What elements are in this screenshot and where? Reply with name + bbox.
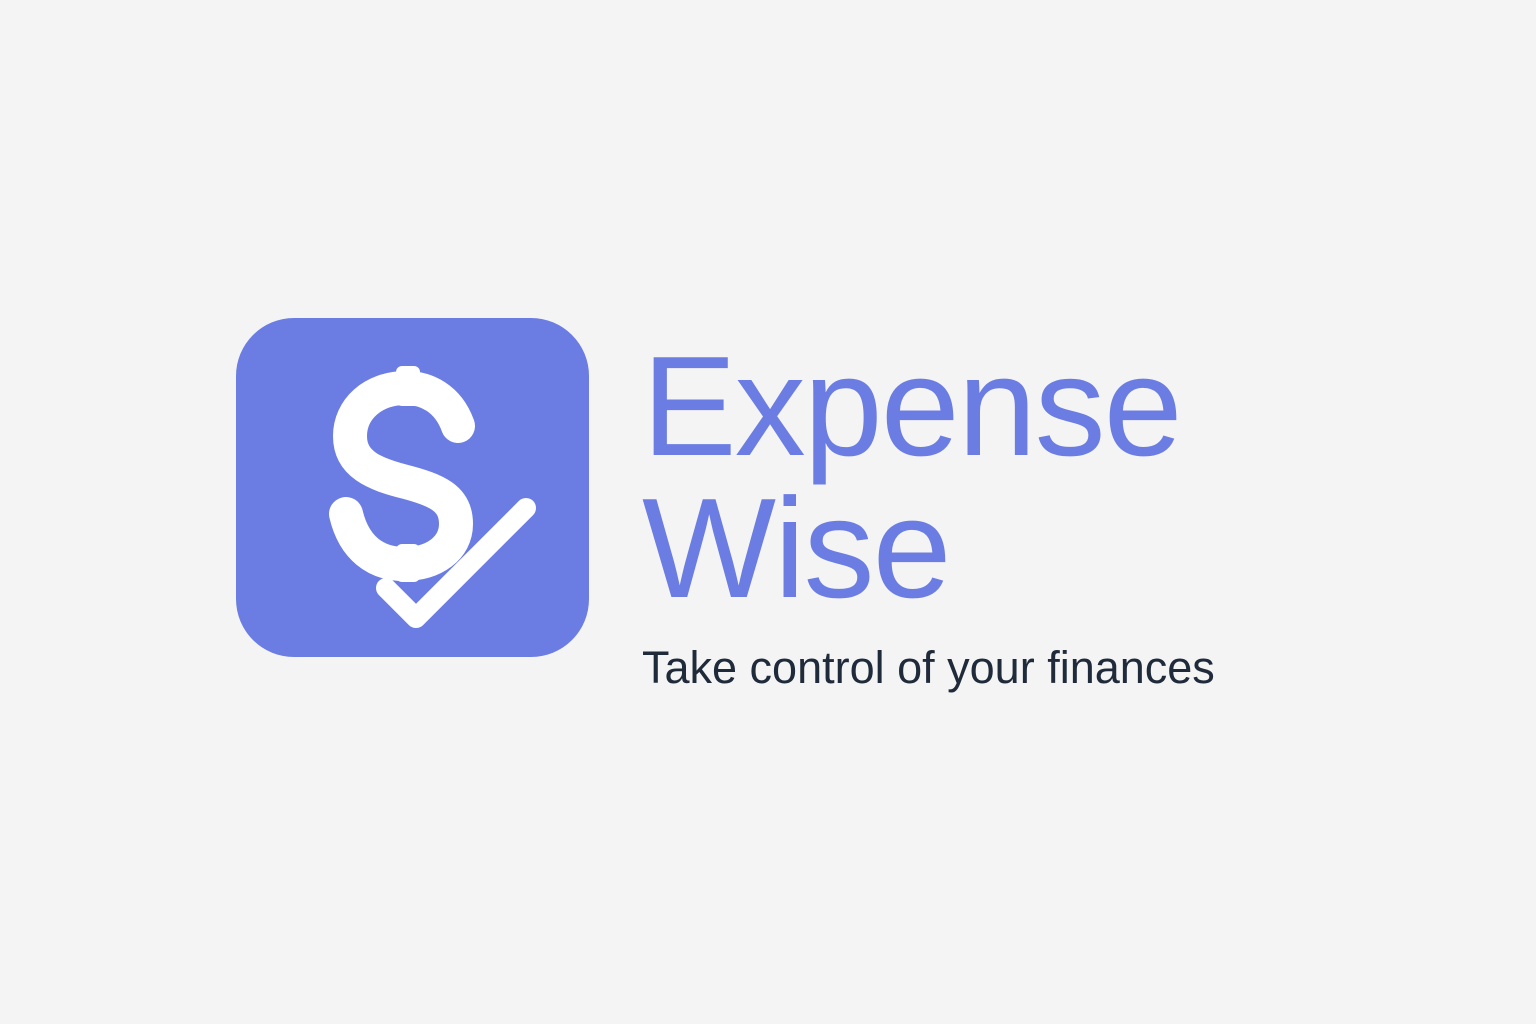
tagline: Take control of your finances: [642, 642, 1215, 693]
dollar-check-icon: [329, 366, 536, 628]
app-name: Expense Wise: [642, 327, 1183, 628]
logo-canvas: Expense Wise Take control of your financ…: [0, 0, 1536, 1024]
app-name-line1: Expense: [642, 327, 1183, 486]
app-icon: [236, 318, 589, 657]
app-name-line2: Wise: [642, 469, 952, 628]
